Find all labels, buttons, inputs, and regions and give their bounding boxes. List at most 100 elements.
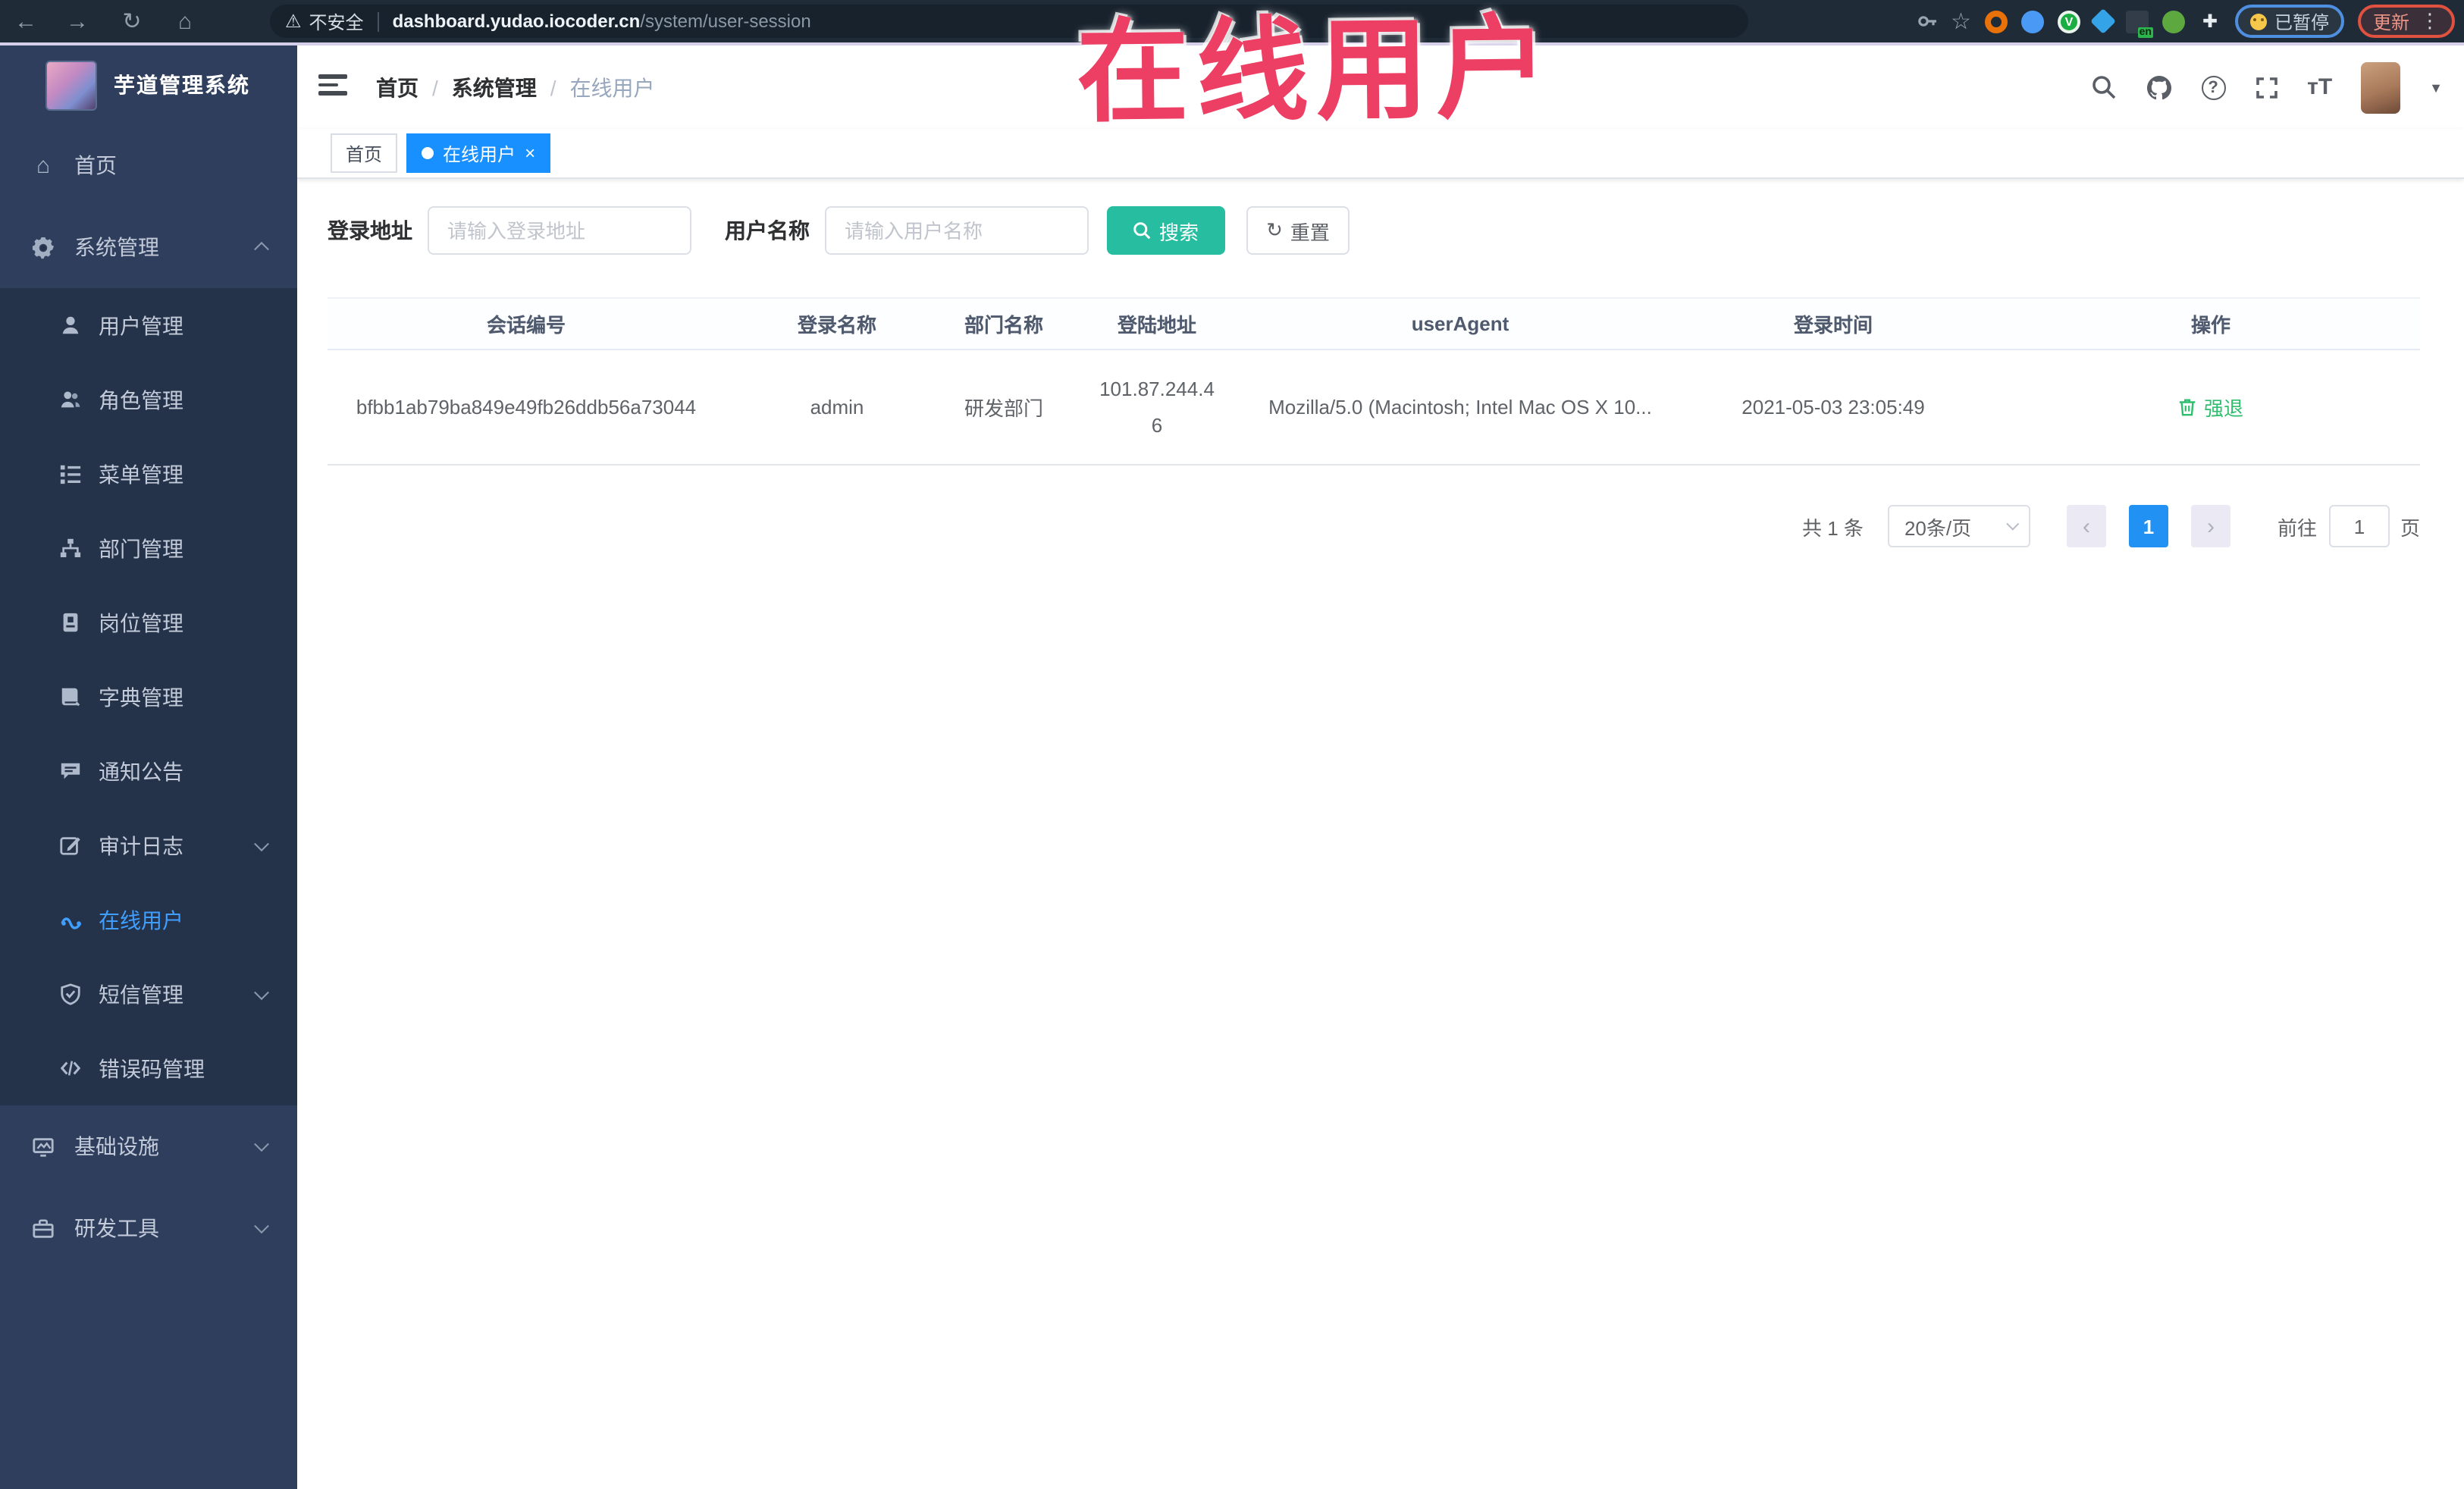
extensions-puzzle-icon[interactable]: ✚ (2199, 10, 2221, 33)
sessions-table: 会话编号 登录名称 部门名称 登陆地址 userAgent 登录时间 操作 bf… (328, 297, 2420, 466)
browser-back-icon[interactable]: ← (9, 0, 42, 42)
sidebar-item-dicts[interactable]: 字典管理 (0, 660, 297, 734)
sidebar-item-label: 菜单管理 (99, 462, 183, 486)
goto-page-input[interactable] (2328, 505, 2390, 547)
extension-orange-icon[interactable] (1984, 10, 2008, 33)
paused-badge[interactable]: 已暂停 (2234, 5, 2344, 38)
help-icon[interactable]: ? (2201, 75, 2226, 99)
close-icon[interactable]: × (525, 144, 535, 162)
bookmark-star-icon[interactable]: ☆ (1951, 8, 1971, 35)
sidebar-item-home[interactable]: ⌂ 首页 (0, 124, 297, 206)
tab-home[interactable]: 首页 (331, 133, 398, 173)
breadcrumb-system[interactable]: 系统管理 (452, 72, 537, 102)
fullscreen-icon[interactable] (2254, 75, 2278, 99)
breadcrumb: 首页 / 系统管理 / 在线用户 (376, 45, 655, 129)
breadcrumb-home[interactable]: 首页 (376, 72, 419, 102)
browser-home-icon[interactable]: ⌂ (168, 0, 202, 42)
sidebar-item-label: 短信管理 (99, 982, 183, 1006)
page-size-value: 20条/页 (1904, 516, 1972, 539)
sidebar-item-label: 用户管理 (99, 313, 183, 337)
sidebar-item-infrastructure[interactable]: 基础设施 (0, 1105, 297, 1187)
shield-check-icon (58, 981, 83, 1007)
sidebar-item-error-codes[interactable]: 错误码管理 (0, 1031, 297, 1105)
col-actions: 操作 (2002, 297, 2420, 350)
cell-login-ip: 101.87.244.46 (1058, 350, 1256, 466)
sidebar-item-roles[interactable]: 角色管理 (0, 362, 297, 437)
sidebar-item-audit-logs[interactable]: 审计日志 (0, 808, 297, 882)
sidebar-item-system[interactable]: 系统管理 (0, 206, 297, 288)
pagination: 共 1 条 20条/页 ‹ 1 › 前往 页 (328, 505, 2420, 547)
col-login-time: 登录时间 (1665, 297, 2002, 350)
sidebar-logo-row[interactable]: 芋道管理系统 (0, 45, 297, 124)
force-logout-button[interactable]: 强退 (2178, 393, 2243, 422)
list-icon (58, 461, 83, 487)
browser-forward-icon[interactable]: → (61, 0, 94, 42)
system-submenu: 用户管理 角色管理 菜单管理 部门管理 岗位管理 字典管理 通知公告 审计日志 … (0, 288, 297, 1105)
search-form: 登录地址 用户名称 搜索 ↻ 重置 (328, 206, 1350, 255)
browser-reload-icon[interactable]: ↻ (115, 0, 149, 42)
table-header-row: 会话编号 登录名称 部门名称 登陆地址 userAgent 登录时间 操作 (328, 297, 2420, 350)
sidebar-item-devtools[interactable]: 研发工具 (0, 1187, 297, 1269)
reset-button-label: 重置 (1290, 221, 1330, 243)
col-login-name: 登录名称 (725, 297, 949, 350)
screen: ← → ↻ ⌂ ⚠ 不安全 dashboard.yudao.iocoder.cn… (0, 0, 2464, 1489)
page-size-select[interactable]: 20条/页 (1887, 505, 2030, 547)
extension-green-v-icon[interactable]: V (2057, 10, 2080, 33)
sidebar-item-online-users[interactable]: 在线用户 (0, 882, 297, 957)
online-users-icon (58, 907, 83, 933)
caret-down-icon[interactable]: ▼ (2429, 80, 2443, 95)
sidebar-item-sms[interactable]: 短信管理 (0, 957, 297, 1031)
header-actions: ? тT ▼ (2090, 45, 2443, 129)
font-size-icon[interactable]: тT (2307, 74, 2332, 100)
extension-translate-icon[interactable]: en (2125, 10, 2153, 37)
cell-login-time: 2021-05-03 23:05:49 (1665, 350, 2002, 466)
app-logo (45, 60, 97, 110)
sidebar-item-departments[interactable]: 部门管理 (0, 511, 297, 585)
extension-green-icon[interactable] (2161, 10, 2185, 33)
goto-label: 前往 (2277, 516, 2317, 539)
login-address-input[interactable] (428, 206, 691, 255)
app-title: 芋道管理系统 (114, 73, 250, 97)
edit-icon (58, 832, 83, 858)
extension-diamond-icon[interactable] (2089, 8, 2116, 34)
login-address-label: 登录地址 (328, 218, 412, 243)
badge-icon (58, 610, 83, 635)
github-icon[interactable] (2145, 74, 2172, 101)
tab-online-users[interactable]: 在线用户 × (406, 133, 551, 173)
security-label[interactable]: 不安全 (309, 8, 364, 34)
password-key-icon[interactable] (1916, 11, 1937, 32)
sidebar-item-menus[interactable]: 菜单管理 (0, 437, 297, 511)
extension-blue-drop-icon[interactable] (2020, 10, 2044, 33)
search-icon[interactable] (2090, 74, 2116, 100)
sidebar-item-label: 角色管理 (99, 387, 183, 412)
prev-page-button[interactable]: ‹ (2066, 505, 2106, 547)
monitor-icon (30, 1133, 56, 1159)
sidebar-item-users[interactable]: 用户管理 (0, 288, 297, 362)
paused-label: 已暂停 (2274, 11, 2329, 33)
reset-button[interactable]: ↻ 重置 (1246, 206, 1350, 255)
page-1-button[interactable]: 1 (2128, 505, 2168, 547)
security-warning-icon: ⚠ (285, 11, 302, 32)
login-ip-value: 101.87.244.46 (1099, 378, 1215, 436)
book-icon (58, 684, 83, 710)
sidebar-item-posts[interactable]: 岗位管理 (0, 585, 297, 660)
org-tree-icon (58, 535, 83, 561)
code-icon (58, 1055, 83, 1081)
table-row: bfbb1ab79ba849e49fb26ddb56a73044 admin 研… (328, 350, 2420, 466)
next-page-button[interactable]: › (2190, 505, 2230, 547)
chevron-down-icon (254, 1218, 269, 1234)
browser-menu-icon[interactable]: ⋮ (2420, 9, 2440, 33)
sidebar-item-label: 研发工具 (74, 1216, 159, 1240)
avatar[interactable] (2361, 61, 2401, 113)
search-button[interactable]: 搜索 (1107, 206, 1225, 255)
sidebar-item-label: 通知公告 (99, 759, 183, 783)
chevron-up-icon (254, 241, 269, 257)
sidebar-item-notices[interactable]: 通知公告 (0, 734, 297, 808)
update-label: 更新 (2372, 11, 2409, 33)
message-icon (58, 758, 83, 784)
trash-icon (2180, 399, 2196, 416)
collapse-sidebar-icon[interactable] (318, 74, 347, 99)
chrome-update-button[interactable]: 更新 ⋮ (2357, 5, 2455, 38)
username-input[interactable] (825, 206, 1089, 255)
smiley-icon (2249, 13, 2267, 30)
